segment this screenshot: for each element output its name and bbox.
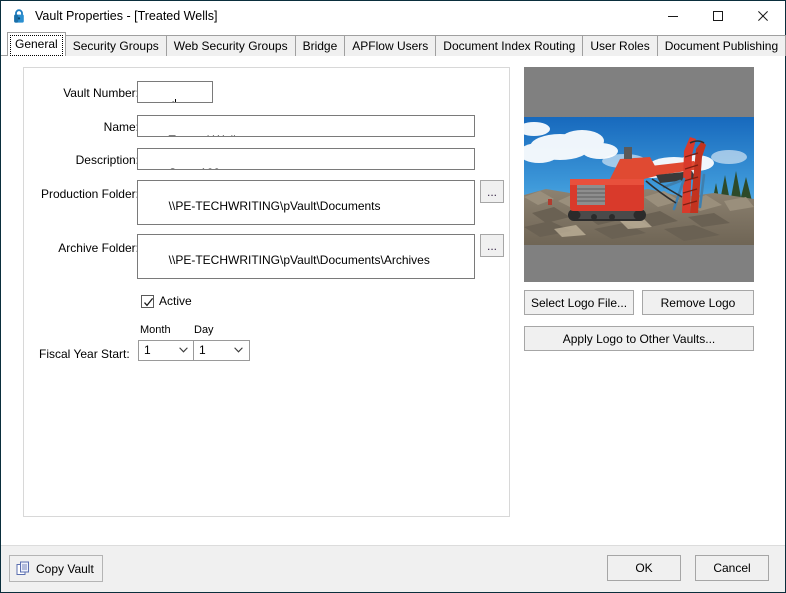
close-button[interactable]	[740, 1, 785, 31]
archive-folder-browse-button[interactable]: ...	[480, 234, 504, 257]
ok-button[interactable]: OK	[607, 555, 681, 581]
remove-logo-button[interactable]: Remove Logo	[642, 290, 754, 315]
tab-document-index-routing-label: Document Index Routing	[443, 39, 576, 53]
description-input[interactable]: Sage 100	[137, 148, 475, 170]
apply-logo-to-other-vaults-button[interactable]: Apply Logo to Other Vaults...	[524, 326, 754, 351]
name-input[interactable]: Treated Wells	[137, 115, 475, 137]
production-folder-input[interactable]: \\PE-TECHWRITING\pVault\Documents	[137, 180, 475, 225]
window-controls	[650, 1, 785, 31]
active-checkbox[interactable]	[141, 294, 154, 308]
fiscal-month-value: 1	[144, 343, 151, 357]
vault-number-value: 4	[169, 99, 176, 102]
tab-apflow-users-label: APFlow Users	[352, 39, 429, 53]
tab-security-groups-label: Security Groups	[72, 39, 159, 53]
day-column-header: Day	[194, 324, 214, 336]
month-column-header: Month	[140, 324, 171, 336]
vault-properties-window: Vault Properties - [Treated Wells] Gener…	[0, 0, 786, 593]
select-logo-file-button[interactable]: Select Logo File...	[524, 290, 634, 315]
tab-user-roles[interactable]: User Roles	[582, 35, 658, 56]
archive-folder-input[interactable]: \\PE-TECHWRITING\pVault\Documents\Archiv…	[137, 234, 475, 279]
vault-number-input[interactable]: 4	[137, 81, 213, 103]
maximize-icon	[712, 11, 723, 21]
production-folder-browse-button[interactable]: ...	[480, 180, 504, 203]
minimize-button[interactable]	[650, 1, 695, 31]
description-label: Description:	[75, 153, 139, 167]
tab-document-publishing-label: Document Publishing	[664, 39, 779, 53]
chevron-down-icon	[179, 347, 188, 353]
window-title: Vault Properties - [Treated Wells]	[35, 9, 218, 23]
active-checkbox-row[interactable]: Active	[141, 294, 192, 308]
minimize-icon	[667, 16, 678, 17]
fiscal-month-select[interactable]: 1	[138, 340, 195, 361]
cancel-button[interactable]: Cancel	[695, 555, 769, 581]
tab-security-groups[interactable]: Security Groups	[64, 35, 167, 56]
name-value: Treated Wells	[168, 133, 241, 136]
tab-apflow-users[interactable]: APFlow Users	[344, 35, 437, 56]
production-folder-value: \\PE-TECHWRITING\pVault\Documents	[168, 199, 381, 213]
name-label: Name:	[103, 120, 139, 134]
lock-icon	[14, 9, 24, 23]
logo-preview-box	[524, 67, 754, 282]
copy-pages-icon	[16, 561, 29, 575]
archive-folder-value: \\PE-TECHWRITING\pVault\Documents\Archiv…	[168, 253, 430, 267]
tab-strip: General Security Groups Web Security Gro…	[1, 31, 786, 56]
tab-document-index-routing[interactable]: Document Index Routing	[435, 35, 584, 56]
description-value: Sage 100	[169, 166, 220, 169]
general-tab-page: Vault Number: 4 Name: Treated Wells Desc…	[1, 56, 785, 545]
tab-general[interactable]: General	[7, 32, 66, 56]
tab-document-publishing[interactable]: Document Publishing	[656, 35, 786, 56]
close-icon	[757, 11, 768, 21]
tab-web-security-groups-label: Web Security Groups	[173, 39, 288, 53]
copy-vault-button[interactable]: Copy Vault	[9, 555, 103, 582]
tab-general-label: General	[15, 37, 58, 51]
tab-user-roles-label: User Roles	[590, 39, 650, 53]
tab-web-security-groups[interactable]: Web Security Groups	[165, 35, 296, 56]
chevron-down-icon	[234, 347, 243, 353]
active-label: Active	[159, 294, 192, 308]
fiscal-year-start-label: Fiscal Year Start:	[39, 347, 130, 361]
dialog-footer: Copy Vault OK Cancel	[1, 545, 785, 592]
tab-bridge[interactable]: Bridge	[294, 35, 346, 56]
copy-vault-label: Copy Vault	[36, 561, 94, 576]
text-caret	[175, 99, 177, 102]
title-bar: Vault Properties - [Treated Wells]	[1, 1, 785, 31]
general-settings-panel: Vault Number: 4 Name: Treated Wells Desc…	[23, 67, 510, 517]
fiscal-day-select[interactable]: 1	[193, 340, 250, 361]
vault-number-label: Vault Number:	[63, 86, 139, 100]
fiscal-day-value: 1	[199, 343, 206, 357]
archive-folder-label: Archive Folder:	[58, 241, 139, 255]
checkmark-icon	[144, 297, 154, 306]
tab-bridge-label: Bridge	[302, 39, 338, 53]
production-folder-label: Production Folder:	[40, 187, 139, 201]
vault-logo-image	[524, 117, 754, 245]
maximize-button[interactable]	[695, 1, 740, 31]
